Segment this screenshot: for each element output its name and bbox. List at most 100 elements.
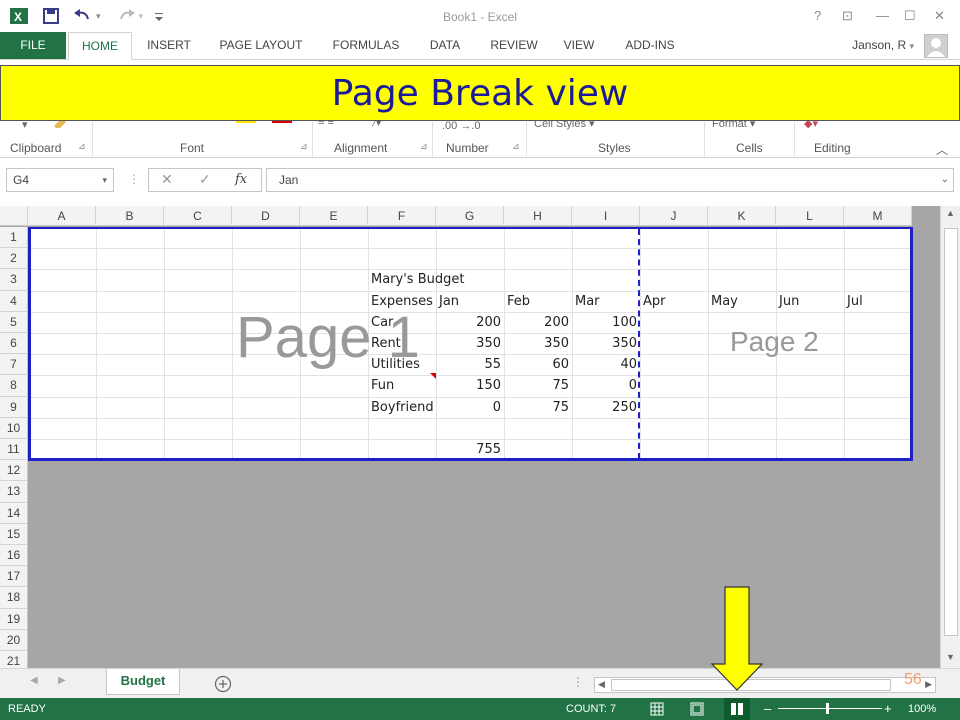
page-layout-view-icon[interactable] bbox=[690, 702, 704, 716]
column-header-f[interactable]: F bbox=[368, 206, 436, 226]
zoom-slider-track[interactable] bbox=[778, 708, 882, 709]
formula-value: Jan bbox=[279, 173, 299, 187]
column-header-j[interactable]: J bbox=[640, 206, 708, 226]
tab-file[interactable]: FILE bbox=[0, 32, 66, 59]
horizontal-scrollbar[interactable]: ◀ ▶ bbox=[594, 677, 936, 693]
close-icon[interactable]: ✕ bbox=[934, 8, 945, 24]
column-header-d[interactable]: D bbox=[232, 206, 300, 226]
row-header-11[interactable]: 11 bbox=[0, 439, 28, 461]
status-bar: READY COUNT: 7 – + 100% bbox=[0, 698, 960, 720]
row-header-6[interactable]: 6 bbox=[0, 333, 28, 355]
zoom-in-icon[interactable]: + bbox=[884, 698, 892, 720]
tab-splitter-icon[interactable]: ⋮ bbox=[572, 675, 584, 689]
select-all-corner[interactable] bbox=[0, 206, 28, 226]
sheet-tab-budget[interactable]: Budget bbox=[106, 669, 180, 695]
name-box[interactable]: G4 ▾ bbox=[6, 168, 114, 192]
vertical-scrollbar[interactable]: ▲ ▼ bbox=[940, 206, 960, 668]
group-number: Number bbox=[446, 141, 489, 155]
normal-view-icon[interactable] bbox=[650, 702, 664, 716]
separator bbox=[312, 122, 313, 156]
page-break-view-icon bbox=[731, 703, 743, 715]
separator bbox=[526, 122, 527, 156]
prev-sheet-icon[interactable]: ◀ bbox=[30, 675, 38, 686]
group-styles: Styles bbox=[598, 141, 631, 155]
tab-home[interactable]: HOME bbox=[68, 32, 132, 60]
scroll-up-icon[interactable]: ▲ bbox=[946, 208, 955, 218]
row-header-20[interactable]: 20 bbox=[0, 629, 28, 651]
row-header-12[interactable]: 12 bbox=[0, 460, 28, 482]
separator bbox=[92, 122, 93, 156]
row-header-10[interactable]: 10 bbox=[0, 417, 28, 439]
row-header-7[interactable]: 7 bbox=[0, 354, 28, 376]
row-header-5[interactable]: 5 bbox=[0, 311, 28, 333]
user-name[interactable]: Janson, R ▾ bbox=[852, 38, 914, 52]
tab-add-ins[interactable]: ADD-INS bbox=[614, 32, 686, 60]
page-break-line[interactable] bbox=[638, 229, 640, 459]
tab-page-layout[interactable]: PAGE LAYOUT bbox=[212, 32, 310, 60]
enter-icon[interactable]: ✓ bbox=[199, 171, 211, 188]
row-header-16[interactable]: 16 bbox=[0, 545, 28, 567]
column-header-l[interactable]: L bbox=[776, 206, 844, 226]
user-name-label: Janson, R bbox=[852, 38, 907, 52]
column-header-h[interactable]: H bbox=[504, 206, 572, 226]
number-launcher-icon[interactable]: ⊿ bbox=[512, 141, 520, 152]
column-header-e[interactable]: E bbox=[300, 206, 368, 226]
ribbon-display-icon[interactable]: ⊡ bbox=[842, 8, 853, 24]
tab-view[interactable]: VIEW bbox=[556, 32, 602, 60]
maximize-icon[interactable]: ☐ bbox=[904, 8, 916, 24]
column-header-g[interactable]: G bbox=[436, 206, 504, 226]
column-header-a[interactable]: A bbox=[28, 206, 96, 226]
chevron-down-icon[interactable]: ▾ bbox=[102, 169, 107, 191]
row-header-19[interactable]: 19 bbox=[0, 608, 28, 630]
collapse-ribbon-icon[interactable]: ︿ bbox=[936, 141, 948, 158]
separator bbox=[432, 122, 433, 156]
scroll-right-icon[interactable]: ▶ bbox=[925, 679, 932, 690]
column-header-i[interactable]: I bbox=[572, 206, 640, 226]
row-header-1[interactable]: 1 bbox=[0, 227, 28, 249]
scroll-left-icon[interactable]: ◀ bbox=[598, 679, 605, 690]
font-launcher-icon[interactable]: ⊿ bbox=[300, 141, 308, 152]
row-header-9[interactable]: 9 bbox=[0, 396, 28, 418]
row-header-3[interactable]: 3 bbox=[0, 269, 28, 291]
formula-input[interactable]: Jan ⌄ bbox=[266, 168, 954, 192]
group-alignment: Alignment bbox=[334, 141, 388, 155]
row-header-18[interactable]: 18 bbox=[0, 587, 28, 609]
next-sheet-icon[interactable]: ▶ bbox=[58, 675, 66, 686]
minimize-icon[interactable]: — bbox=[876, 8, 889, 23]
alignment-launcher-icon[interactable]: ⊿ bbox=[420, 141, 428, 152]
row-header-4[interactable]: 4 bbox=[0, 290, 28, 312]
row-header-15[interactable]: 15 bbox=[0, 523, 28, 545]
group-font: Font bbox=[180, 141, 205, 155]
zoom-slider-thumb[interactable] bbox=[826, 703, 829, 714]
zoom-out-icon[interactable]: – bbox=[764, 698, 771, 720]
zoom-level[interactable]: 100% bbox=[908, 698, 936, 720]
column-header-k[interactable]: K bbox=[708, 206, 776, 226]
name-box-value: G4 bbox=[13, 173, 30, 187]
row-header-17[interactable]: 17 bbox=[0, 566, 28, 588]
row-header-8[interactable]: 8 bbox=[0, 375, 28, 397]
add-sheet-icon[interactable] bbox=[214, 675, 232, 693]
scroll-down-icon[interactable]: ▼ bbox=[946, 652, 955, 662]
column-header-b[interactable]: B bbox=[96, 206, 164, 226]
column-header-c[interactable]: C bbox=[164, 206, 232, 226]
cancel-icon[interactable]: ✕ bbox=[161, 171, 173, 188]
tab-data[interactable]: DATA bbox=[420, 32, 470, 60]
row-header-14[interactable]: 14 bbox=[0, 502, 28, 524]
row-header-21[interactable]: 21 bbox=[0, 651, 28, 668]
insert-function-icon[interactable]: fx bbox=[235, 172, 247, 187]
tab-formulas[interactable]: FORMULAS bbox=[322, 32, 410, 60]
help-icon[interactable]: ? bbox=[814, 8, 821, 23]
avatar[interactable] bbox=[924, 34, 948, 58]
expand-formula-icon[interactable]: ⌄ bbox=[941, 169, 949, 191]
page-break-view-button[interactable] bbox=[724, 698, 750, 720]
vertical-scroll-thumb[interactable] bbox=[944, 228, 958, 636]
worksheet-grid[interactable]: ABCDEFGHIJKLM 1 2 3 4 5 6 7 8 9 10 11 12 13 14 15 16 17 1… bbox=[0, 206, 940, 668]
more-icon: ⋮ bbox=[128, 172, 140, 186]
column-header-m[interactable]: M bbox=[844, 206, 912, 226]
group-cells: Cells bbox=[736, 141, 763, 155]
row-header-13[interactable]: 13 bbox=[0, 481, 28, 503]
row-header-2[interactable]: 2 bbox=[0, 248, 28, 270]
clipboard-launcher-icon[interactable]: ⊿ bbox=[78, 141, 86, 152]
tab-review[interactable]: REVIEW bbox=[484, 32, 544, 60]
tab-insert[interactable]: INSERT bbox=[140, 32, 198, 60]
